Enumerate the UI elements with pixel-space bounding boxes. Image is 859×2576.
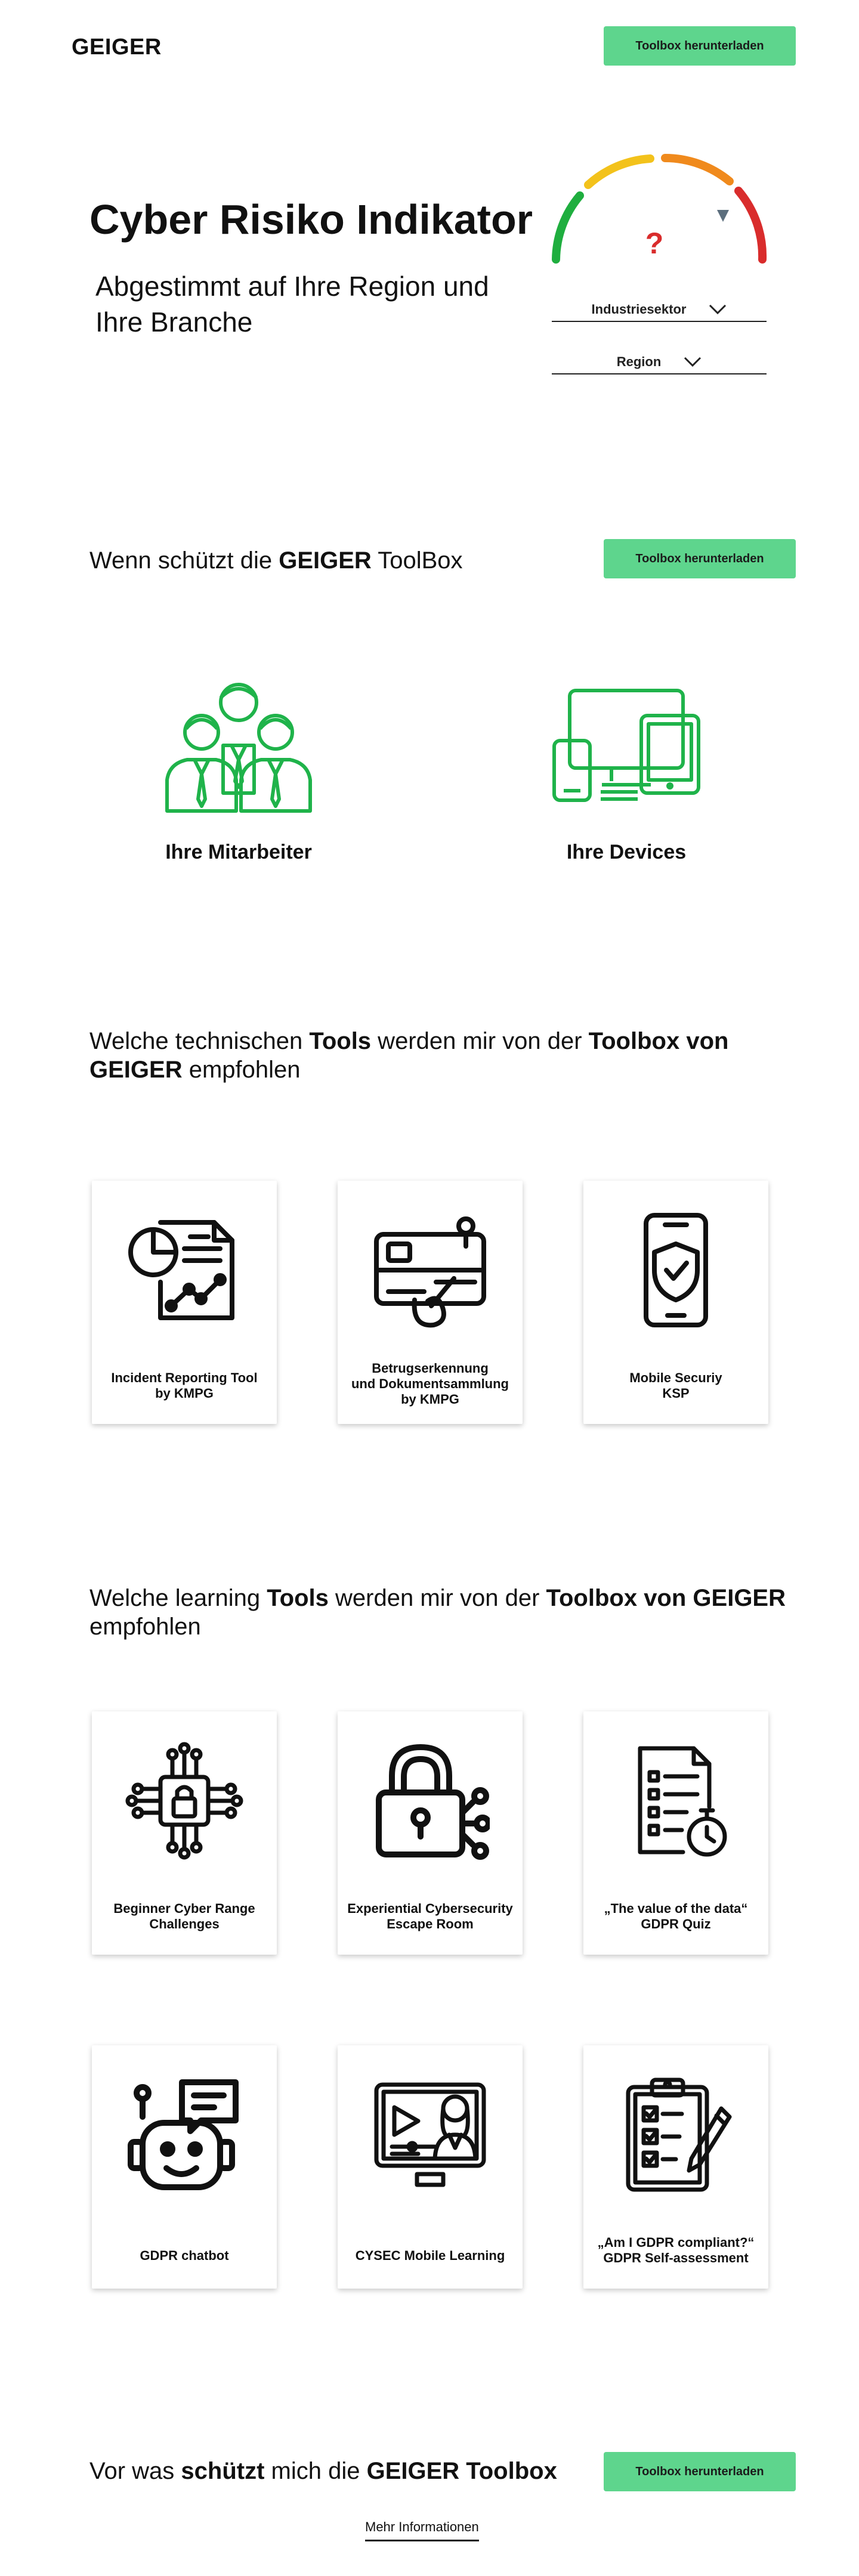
download-toolbox-button-header[interactable]: Toolbox herunterladen — [604, 26, 796, 66]
tool-card-label: Incident Reporting Tool by KMPG — [111, 1370, 258, 1401]
report-chart-icon — [128, 1220, 234, 1320]
technical-heading-bold-2: Toolbox von — [588, 1028, 729, 1054]
technical-heading-text-1: Welche technischen — [89, 1028, 310, 1054]
tool-card-label: „Am I GDPR compliant?“ GDPR Self-assessm… — [597, 2235, 755, 2265]
geiger-logo[interactable]: GEIGER — [72, 35, 162, 60]
tool-card-mobile-security[interactable]: Mobile Securiy KSP — [583, 1181, 768, 1424]
gauge-segment-red — [734, 187, 767, 264]
industry-select[interactable]: Industriesektor — [552, 298, 767, 322]
devices-icon — [552, 689, 700, 802]
protects-heading: Wenn schützt die GEIGER ToolBox — [89, 546, 463, 575]
footer-heading: Vor was schützt mich die GEIGER Toolbox — [89, 2457, 557, 2485]
tool-card-label: Mobile Securiy KSP — [629, 1370, 722, 1401]
region-select[interactable]: Region — [552, 351, 767, 374]
gauge-segment-orange — [661, 154, 734, 185]
footer-heading-text-2: mich die — [264, 2458, 367, 2484]
chevron-down-icon — [709, 304, 727, 315]
technical-heading-text-2: werden mir von der — [371, 1028, 589, 1054]
footer-heading-bold-2: GEIGER Toolbox — [366, 2458, 557, 2484]
learning-heading-text-3: empfohlen — [89, 1614, 201, 1640]
mobile-shield-icon — [644, 1213, 708, 1327]
industry-select-label: Industriesektor — [591, 302, 687, 317]
chevron-down-icon — [684, 357, 702, 367]
technical-heading-bold-3: GEIGER — [89, 1057, 183, 1083]
tool-card-label: Beginner Cyber Range Challenges — [113, 1901, 255, 1931]
video-learning-icon — [374, 2082, 486, 2187]
feature-label-employees: Ihre Mitarbeiter — [165, 841, 312, 863]
tool-card-gdpr-chatbot[interactable]: GDPR chatbot — [92, 2045, 277, 2289]
hero-subtitle: Abgestimmt auf Ihre Region und Ihre Bran… — [95, 271, 489, 338]
tool-card-label: „The value of the data“ GDPR Quiz — [604, 1901, 748, 1931]
footer-heading-text-1: Vor was — [89, 2458, 181, 2484]
technical-heading-bold-1: Tools — [309, 1028, 372, 1054]
gauge-needle-icon — [717, 210, 729, 222]
download-toolbox-button-footer[interactable]: Toolbox herunterladen — [604, 2452, 796, 2491]
tool-card-label: Betrugserkennung und Dokumentsammlung by… — [351, 1361, 509, 1407]
chatbot-icon — [128, 2079, 239, 2190]
employees-icon — [165, 683, 312, 813]
quiz-timer-icon — [638, 1746, 727, 1857]
tool-card-mobile-learning[interactable]: CYSEC Mobile Learning — [338, 2045, 523, 2289]
checklist-icon — [626, 2077, 732, 2192]
gauge-value: ? — [645, 227, 664, 260]
tool-card-cyber-range[interactable]: Beginner Cyber Range Challenges — [92, 1711, 277, 1955]
feature-label-devices: Ihre Devices — [566, 841, 687, 863]
credit-card-fraud-icon — [374, 1216, 486, 1328]
learning-heading-bold-1: Tools — [267, 1585, 329, 1611]
tool-card-gdpr-self-assessment[interactable]: „Am I GDPR compliant?“ GDPR Self-assessm… — [583, 2045, 768, 2289]
gauge-segment-yellow — [584, 154, 654, 189]
tool-card-label: GDPR chatbot — [140, 2248, 229, 2263]
tool-card-label: CYSEC Mobile Learning — [355, 2248, 505, 2263]
learning-heading-text-1: Welche learning — [89, 1585, 267, 1611]
hero-title: Cyber Risiko Indikator — [89, 196, 533, 243]
download-toolbox-button-protects[interactable]: Toolbox herunterladen — [604, 539, 796, 578]
tool-card-label: Experiential Cybersecurity Escape Room — [347, 1901, 513, 1931]
tool-card-incident-reporting[interactable]: Incident Reporting Tool by KMPG — [92, 1181, 277, 1424]
risk-gauge: ? — [552, 154, 767, 264]
learning-heading-bold-2: Toolbox von GEIGER — [546, 1585, 786, 1611]
padlock-network-icon — [376, 1744, 490, 1860]
technical-tools-heading: Welche technischen Tools werden mir von … — [89, 1027, 781, 1084]
footer-heading-bold-1: schützt — [181, 2458, 265, 2484]
protects-heading-bold: GEIGER — [279, 547, 372, 574]
protects-heading-text-end: ToolBox — [371, 547, 463, 574]
learning-tools-heading: Welche learning Tools werden mir von der… — [89, 1584, 805, 1641]
protects-heading-text: Wenn schützt die — [89, 547, 279, 574]
tool-card-fraud-detection[interactable]: Betrugserkennung und Dokumentsammlung by… — [338, 1181, 523, 1424]
tool-card-escape-room[interactable]: Experiential Cybersecurity Escape Room — [338, 1711, 523, 1955]
gauge-segment-green — [552, 191, 584, 264]
region-select-label: Region — [616, 354, 662, 369]
tool-card-gdpr-quiz[interactable]: „The value of the data“ GDPR Quiz — [583, 1711, 768, 1955]
learning-heading-text-2: werden mir von der — [328, 1585, 546, 1611]
circuit-lock-icon — [125, 1742, 243, 1860]
technical-heading-text-3: empfohlen — [182, 1057, 301, 1083]
more-information-link[interactable]: Mehr Informationen — [365, 2519, 479, 2541]
